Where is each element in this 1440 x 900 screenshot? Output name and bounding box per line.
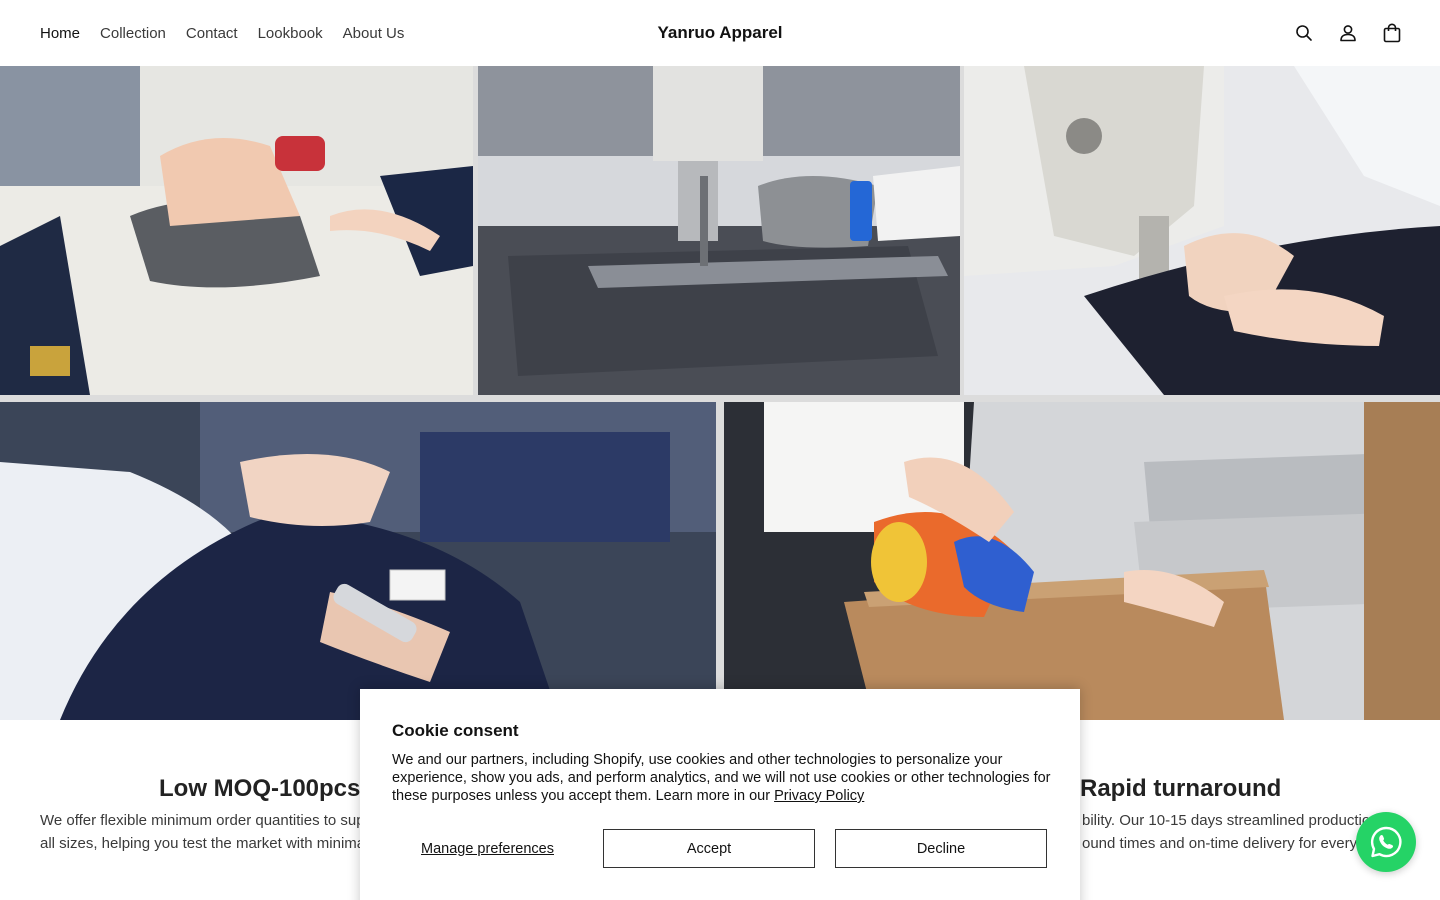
- cookie-consent-banner: Cookie consent We and our partners, incl…: [360, 689, 1080, 900]
- nav-contact[interactable]: Contact: [186, 25, 238, 42]
- decline-button[interactable]: Decline: [835, 829, 1047, 868]
- cookie-actions: Manage preferences Accept Decline: [392, 829, 1048, 868]
- main-nav: Home Collection Contact Lookbook About U…: [40, 0, 404, 66]
- whatsapp-chat-button[interactable]: [1356, 812, 1416, 872]
- box-taping-photo: [724, 402, 1440, 720]
- fabric-cutting-photo: [478, 66, 960, 395]
- privacy-policy-link[interactable]: Privacy Policy: [774, 788, 864, 804]
- nav-home[interactable]: Home: [40, 25, 80, 42]
- feature-text-moq-line1: We offer flexible minimum order quantiti…: [40, 812, 365, 829]
- header-icons: [1292, 0, 1404, 66]
- manage-preferences-button[interactable]: Manage preferences: [392, 829, 583, 868]
- site-logo[interactable]: Yanruo Apparel: [657, 23, 782, 43]
- nav-about-us[interactable]: About Us: [343, 25, 405, 42]
- feature-text-moq-line2: all sizes, helping you test the market w…: [40, 835, 366, 852]
- sewing-machine-photo: [964, 66, 1440, 395]
- site-header: Home Collection Contact Lookbook About U…: [0, 0, 1440, 66]
- factory-gallery: [0, 66, 1440, 720]
- cookie-body: We and our partners, including Shopify, …: [392, 751, 1052, 805]
- cookie-body-text: We and our partners, including Shopify, …: [392, 752, 1051, 804]
- whatsapp-icon: [1370, 826, 1402, 858]
- cart-icon[interactable]: [1380, 21, 1404, 45]
- ironing-photo: [0, 66, 473, 395]
- feature-text-turnaround-line2: ound times and on-time delivery for ever…: [1082, 835, 1358, 852]
- feature-title-moq: Low MOQ-100pcs: [159, 775, 361, 802]
- nav-collection[interactable]: Collection: [100, 25, 166, 42]
- label-inspection-photo: [0, 402, 716, 720]
- feature-text-turnaround-line1: bility. Our 10-15 days streamlined produ…: [1082, 812, 1379, 829]
- feature-title-turnaround: Rapid turnaround: [1080, 775, 1282, 802]
- nav-lookbook[interactable]: Lookbook: [258, 25, 323, 42]
- accept-button[interactable]: Accept: [603, 829, 815, 868]
- account-icon[interactable]: [1336, 21, 1360, 45]
- cookie-title: Cookie consent: [392, 721, 519, 740]
- search-icon[interactable]: [1292, 21, 1316, 45]
